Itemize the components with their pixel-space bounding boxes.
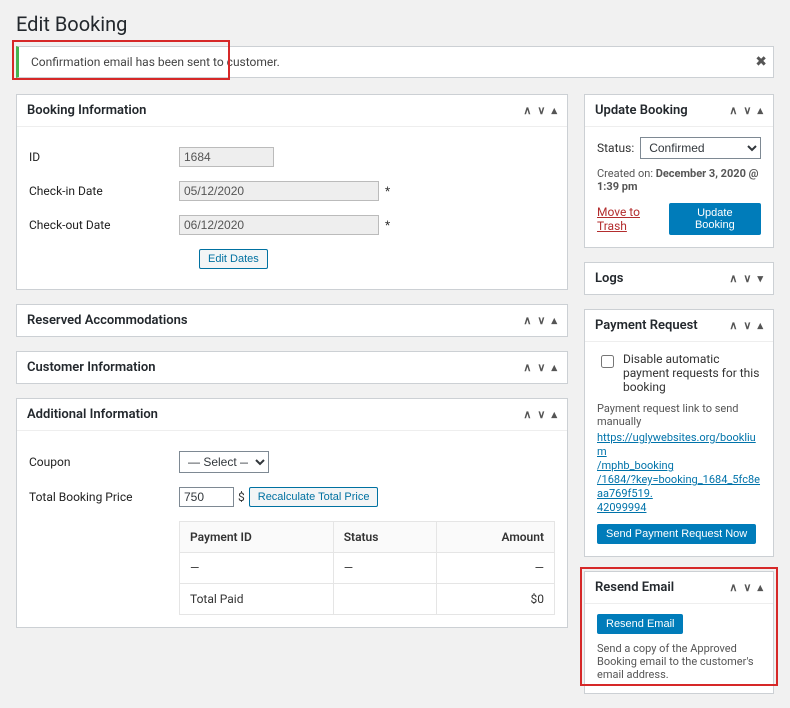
disable-auto-payment-label: Disable automatic payment requests for t… [623, 352, 761, 394]
table-row: — — — [180, 553, 555, 584]
checkout-label: Check-out Date [29, 218, 179, 232]
payment-request-box: Payment Request ∧ ∨ ▴ Disable automatic … [584, 309, 774, 557]
disable-auto-payment-checkbox[interactable] [601, 355, 614, 368]
reserved-accommodations-box: Reserved Accommodations ∧ ∨ ▴ [16, 304, 568, 337]
caret-toggle-icon[interactable]: ▴ [551, 314, 557, 327]
caret-toggle-icon[interactable]: ▴ [757, 104, 763, 117]
customer-heading: Customer Information [27, 360, 156, 375]
id-label: ID [29, 150, 179, 164]
customer-information-box: Customer Information ∧ ∨ ▴ [16, 351, 568, 384]
checkin-input [179, 181, 379, 201]
reserved-heading: Reserved Accommodations [27, 313, 188, 328]
payment-request-heading: Payment Request [595, 318, 698, 333]
additional-heading: Additional Information [27, 407, 158, 422]
status-label: Status: [597, 141, 634, 155]
status-select[interactable]: Confirmed [640, 137, 761, 159]
col-amount: Amount [437, 522, 555, 553]
chevron-down-icon[interactable]: ∨ [537, 361, 545, 374]
caret-toggle-icon[interactable]: ▾ [757, 272, 763, 285]
chevron-down-icon[interactable]: ∨ [743, 581, 751, 594]
total-price-label: Total Booking Price [29, 490, 179, 504]
resend-email-box: Resend Email ∧ ∨ ▴ Resend Email Send a c… [584, 571, 774, 694]
chevron-down-icon[interactable]: ∨ [537, 408, 545, 421]
checkin-label: Check-in Date [29, 184, 179, 198]
caret-toggle-icon[interactable]: ▴ [757, 319, 763, 332]
created-label: Created on: [597, 167, 653, 180]
additional-information-box: Additional Information ∧ ∨ ▴ Coupon — Se… [16, 398, 568, 628]
coupon-select[interactable]: — Select — [179, 451, 269, 473]
send-payment-request-button[interactable]: Send Payment Request Now [597, 524, 756, 544]
chevron-up-icon[interactable]: ∧ [523, 314, 531, 327]
caret-toggle-icon[interactable]: ▴ [757, 581, 763, 594]
move-to-trash-link[interactable]: Move to Trash [597, 205, 669, 233]
caret-toggle-icon[interactable]: ▴ [551, 104, 557, 117]
resend-heading: Resend Email [595, 580, 674, 595]
dismiss-icon[interactable]: ✖ [755, 54, 767, 70]
resend-note: Send a copy of the Approved Booking emai… [597, 642, 761, 681]
edit-dates-button[interactable]: Edit Dates [199, 249, 268, 269]
update-heading: Update Booking [595, 103, 688, 118]
chevron-up-icon[interactable]: ∧ [523, 361, 531, 374]
chevron-up-icon[interactable]: ∧ [729, 581, 737, 594]
chevron-down-icon[interactable]: ∨ [743, 272, 751, 285]
update-booking-box: Update Booking ∧ ∨ ▴ Status: Confirmed [584, 94, 774, 248]
chevron-down-icon[interactable]: ∨ [537, 104, 545, 117]
recalculate-button[interactable]: Recalculate Total Price [249, 487, 379, 507]
update-booking-button[interactable]: Update Booking [669, 203, 761, 235]
id-input [179, 147, 274, 167]
col-status: Status [333, 522, 436, 553]
logs-heading: Logs [595, 271, 623, 286]
total-price-input[interactable] [179, 487, 234, 507]
chevron-up-icon[interactable]: ∧ [729, 319, 737, 332]
chevron-down-icon[interactable]: ∨ [743, 104, 751, 117]
coupon-label: Coupon [29, 455, 179, 469]
required-asterisk: * [385, 184, 390, 198]
chevron-up-icon[interactable]: ∧ [729, 272, 737, 285]
payment-link-intro: Payment request link to send manually [597, 402, 761, 428]
chevron-down-icon[interactable]: ∨ [743, 319, 751, 332]
chevron-up-icon[interactable]: ∧ [523, 104, 531, 117]
logs-box: Logs ∧ ∨ ▾ [584, 262, 774, 295]
page-title: Edit Booking [16, 12, 774, 36]
caret-toggle-icon[interactable]: ▴ [551, 408, 557, 421]
caret-toggle-icon[interactable]: ▴ [551, 361, 557, 374]
confirmation-notice: Confirmation email has been sent to cust… [16, 46, 774, 78]
chevron-up-icon[interactable]: ∧ [523, 408, 531, 421]
payment-link[interactable]: https://uglywebsites.org/booklium /mphb_… [597, 431, 760, 514]
currency-symbol: $ [238, 490, 245, 504]
booking-info-heading: Booking Information [27, 103, 146, 118]
col-payment-id: Payment ID [180, 522, 334, 553]
table-row-total: Total Paid $0 [180, 584, 555, 615]
chevron-up-icon[interactable]: ∧ [729, 104, 737, 117]
payments-table: Payment ID Status Amount — — — [179, 521, 555, 615]
required-asterisk: * [385, 218, 390, 232]
resend-email-button[interactable]: Resend Email [597, 614, 683, 634]
notice-text: Confirmation email has been sent to cust… [31, 55, 280, 69]
checkout-input [179, 215, 379, 235]
booking-information-box: Booking Information ∧ ∨ ▴ ID [16, 94, 568, 290]
chevron-down-icon[interactable]: ∨ [537, 314, 545, 327]
